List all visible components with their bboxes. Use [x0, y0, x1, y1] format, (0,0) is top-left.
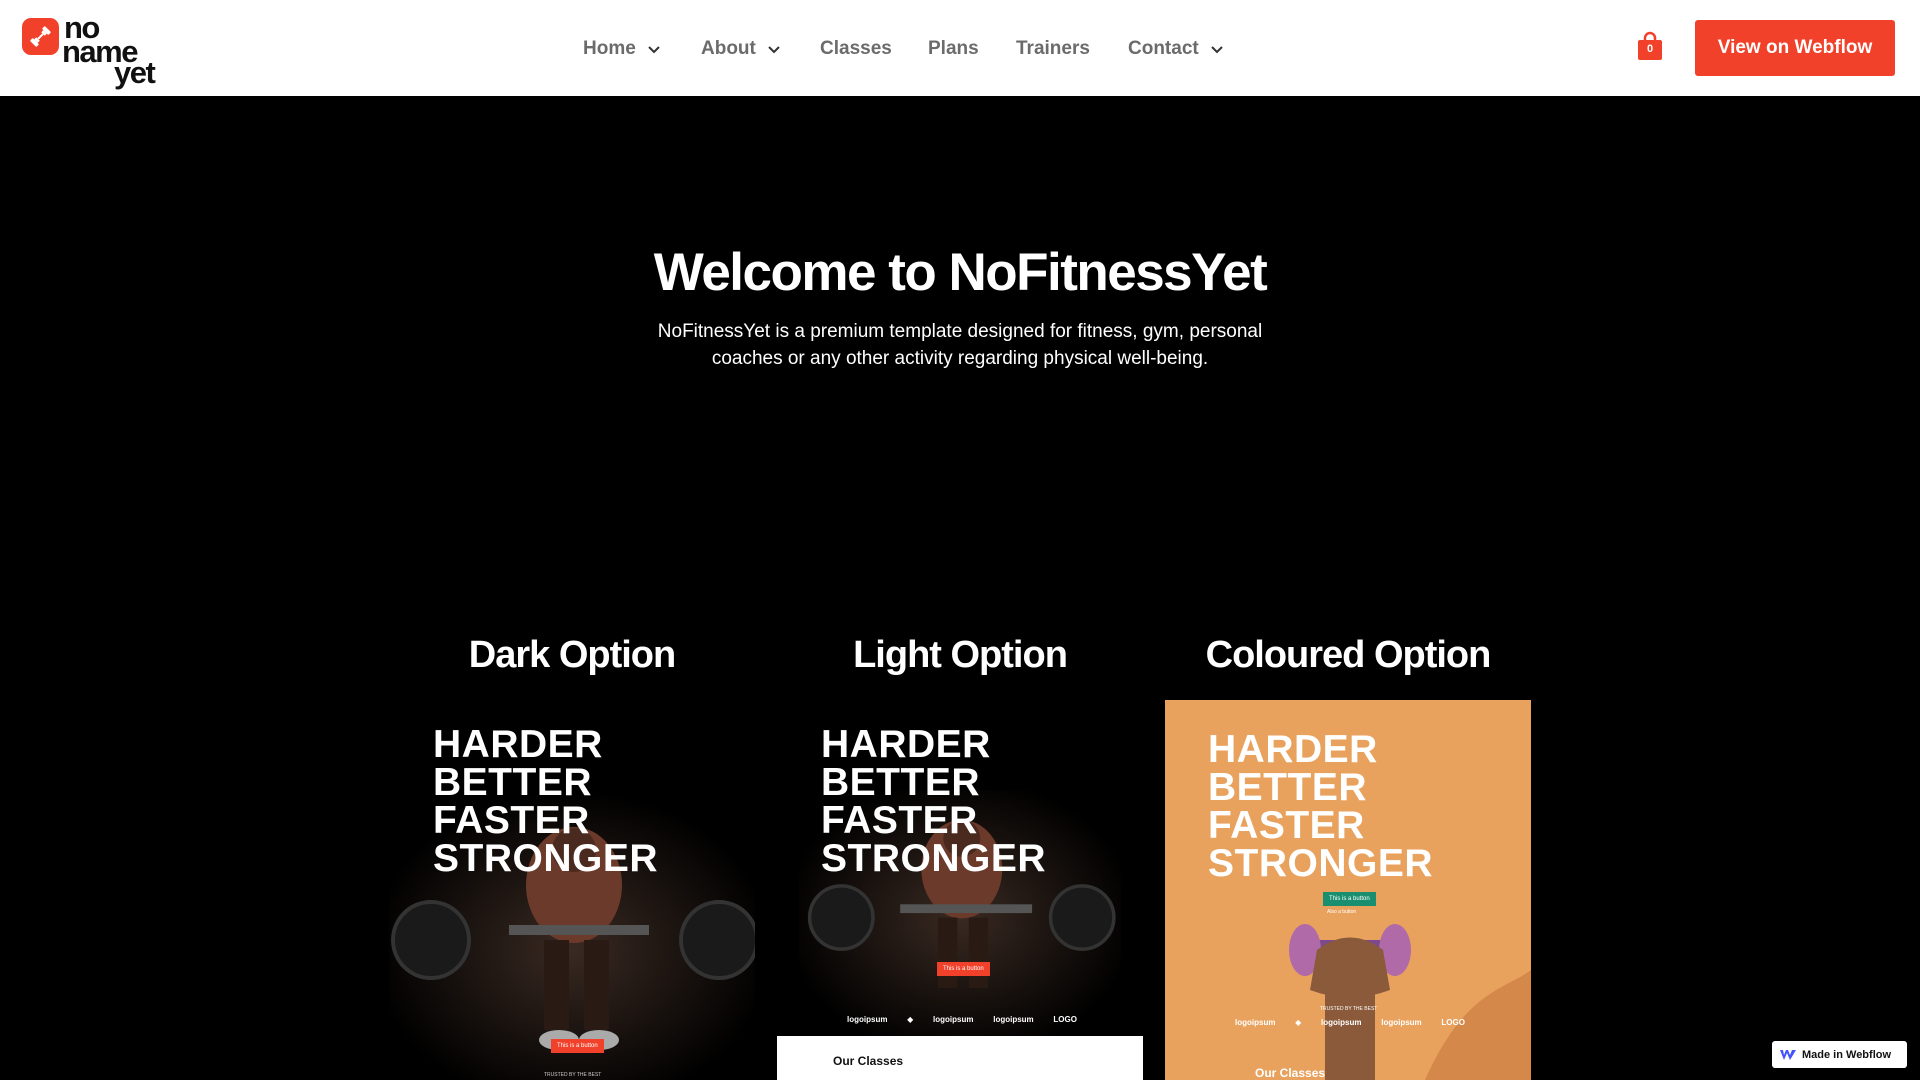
headline-line: BETTER	[1208, 766, 1367, 809]
headline-line: STRONGER	[433, 837, 659, 880]
badge-label: Made in Webflow	[1802, 1048, 1892, 1061]
partner-logo: LOGO	[1053, 1015, 1077, 1024]
partner-logo: logoipsum	[993, 1015, 1034, 1024]
logo-row: logoipsum ◆ logoipsum logoipsum LOGO	[1235, 1018, 1465, 1027]
card-headline: HARDER BETTER FASTER STRONGER	[1208, 728, 1434, 885]
nav-item-trainers[interactable]: Trainers	[1016, 36, 1090, 62]
option-title-light: Light Option	[853, 634, 1068, 676]
partner-logo: logoipsum	[847, 1015, 888, 1024]
nav-item-classes[interactable]: Classes	[820, 36, 892, 62]
logo-row: logoipsum ◆ logoipsum logoipsum LOGO	[847, 1015, 1077, 1024]
nav-item-label: Home	[583, 38, 636, 59]
mini-button: This is a button	[937, 962, 990, 976]
partner-logo: logoipsum	[1381, 1018, 1422, 1027]
webflow-icon	[1780, 1049, 1796, 1060]
cart-button[interactable]: 0	[1636, 31, 1664, 61]
mini-button: This is a button	[1323, 892, 1376, 906]
option-title-dark: Dark Option	[468, 634, 676, 676]
headline-line: FASTER	[821, 799, 978, 842]
headline-line: HARDER	[433, 723, 603, 766]
section-heading: Our Classes	[833, 1054, 904, 1068]
card-headline: HARDER BETTER FASTER STRONGER	[821, 723, 1047, 880]
navbar: no name yet Home About Classes Plans Tra…	[0, 0, 1920, 96]
view-on-webflow-button[interactable]: View on Webflow	[1695, 20, 1895, 76]
page-title: Welcome to NoFitnessYet	[653, 243, 1268, 302]
nav-item-plans[interactable]: Plans	[928, 36, 979, 62]
nav-item-label: About	[701, 38, 756, 59]
headline-line: HARDER	[1208, 728, 1378, 771]
headline-line: HARDER	[821, 723, 991, 766]
headline-line: BETTER	[433, 761, 592, 804]
section-heading: Our Classes	[1255, 1066, 1326, 1080]
headline-line: FASTER	[1208, 804, 1365, 847]
headline-line: FASTER	[433, 799, 590, 842]
nav-item-label: Plans	[928, 38, 979, 59]
partner-logo: logoipsum	[1321, 1018, 1362, 1027]
partner-logo: ◆	[907, 1015, 914, 1024]
main-nav: Home About Classes Plans Trainers Contac…	[0, 0, 1920, 96]
option-title-coloured: Coloured Option	[1205, 634, 1492, 676]
dark-option-preview[interactable]: HARDER BETTER FASTER STRONGER This is a …	[389, 700, 755, 1080]
partner-logo: logoipsum	[933, 1015, 974, 1024]
chevron-down-icon	[1211, 46, 1223, 54]
nav-item-about[interactable]: About	[701, 36, 782, 62]
nav-item-label: Classes	[820, 38, 892, 59]
coloured-option-preview[interactable]: HARDER BETTER FASTER STRONGER This is a …	[1165, 700, 1531, 1080]
chevron-down-icon	[648, 46, 660, 54]
hero-subtitle: NoFitnessYet is a premium template desig…	[657, 321, 1263, 369]
mini-button: This is a button	[551, 1039, 604, 1053]
partner-logo: logoipsum	[1235, 1018, 1276, 1027]
nav-item-home[interactable]: Home	[583, 36, 662, 62]
card-headline: HARDER BETTER FASTER STRONGER	[433, 723, 659, 880]
cart-count: 0	[1646, 43, 1654, 55]
nav-item-contact[interactable]: Contact	[1128, 36, 1225, 62]
nav-item-label: Contact	[1128, 38, 1199, 59]
partner-logo: LOGO	[1441, 1018, 1465, 1027]
trusted-label: TRUSTED BY THE BEST	[1320, 1006, 1378, 1012]
classes-panel: Our Classes	[777, 1036, 1143, 1080]
partner-logo: ◆	[1295, 1018, 1302, 1027]
page: no name yet Home About Classes Plans Tra…	[0, 0, 1920, 1080]
headline-line: STRONGER	[821, 837, 1047, 880]
mini-link: Also a button	[1327, 909, 1357, 915]
nav-item-label: Trainers	[1016, 38, 1090, 59]
headline-line: BETTER	[821, 761, 980, 804]
made-in-webflow-badge[interactable]: Made in Webflow	[1772, 1041, 1907, 1068]
trusted-label: TRUSTED BY THE BEST	[544, 1072, 602, 1078]
chevron-down-icon	[768, 46, 780, 54]
headline-line: STRONGER	[1208, 842, 1434, 885]
light-option-preview[interactable]: HARDER BETTER FASTER STRONGER This is a …	[777, 700, 1143, 1080]
